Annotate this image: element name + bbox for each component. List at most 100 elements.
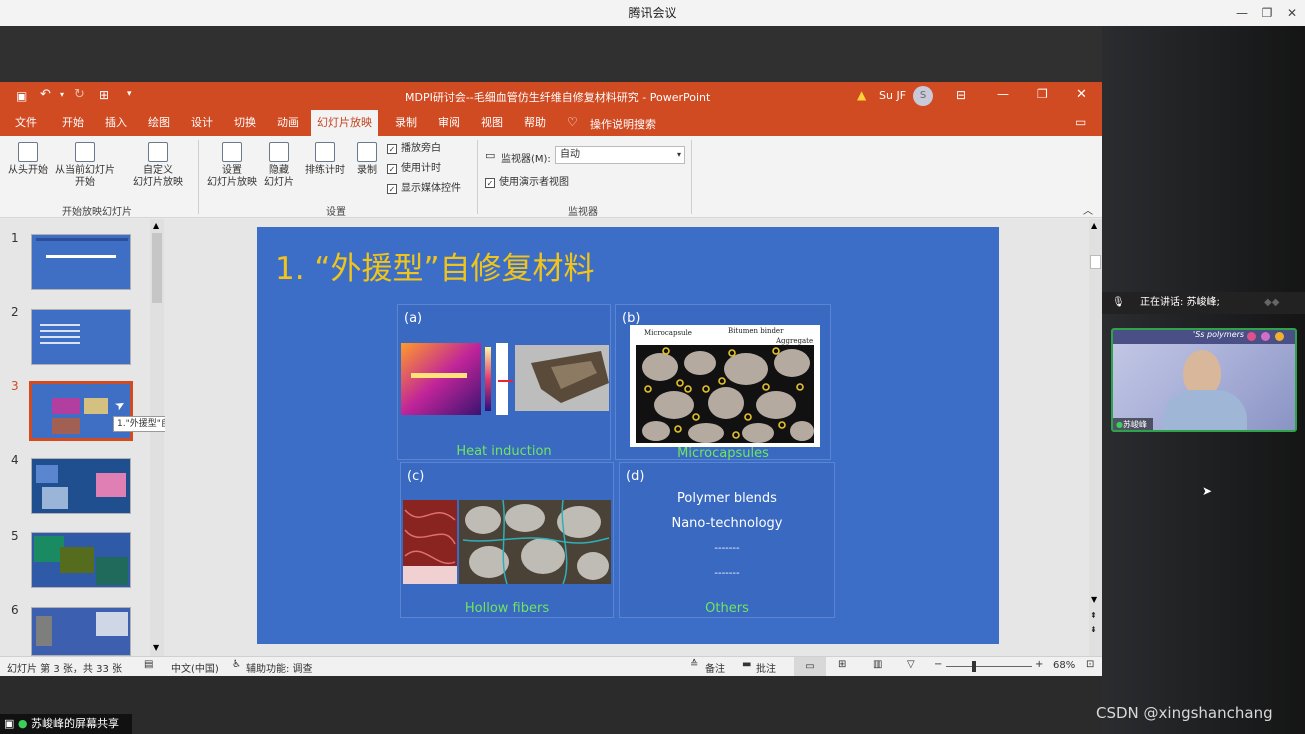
record-button[interactable]: 录制 [352,142,382,177]
ppt-minimize-icon[interactable]: — [997,87,1009,101]
thumbnail-scrollbar[interactable]: ▲ ▼ [150,219,164,656]
scroll-thumb[interactable] [152,233,162,303]
save-icon[interactable]: ▣ [16,89,27,103]
workarea-scrollbar[interactable]: ▲ ▼ ⇞ ⇟ [1089,219,1102,656]
thumb-image [96,473,126,497]
aggregate-drawing [636,345,814,443]
tab-slideshow[interactable]: 幻灯片放映 [311,110,378,136]
slide-counter: 幻灯片 第 3 张，共 33 张 [7,664,122,675]
screen-share-indicator[interactable]: ▣ ● 苏峻峰的屏幕共享 [0,714,132,734]
zoom-out-icon[interactable]: − [934,659,942,670]
zoom-slider[interactable] [946,666,1032,667]
ppt-document-title: MDPI研讨会--毛细血管仿生纤维自修复材料研究 - PowerPoint [405,91,711,104]
language-status[interactable]: 中文(中国) [171,660,219,675]
tell-me-search[interactable]: 操作说明搜索 [590,116,656,132]
panel-d: (d) Polymer blends Nano-technology -----… [619,462,835,618]
spellcheck-icon[interactable]: ▤ [144,659,153,670]
zoom-in-icon[interactable]: + [1035,659,1043,670]
banner-dot [1247,332,1256,341]
ppt-restore-icon[interactable]: ❐ [1037,87,1048,101]
slide-thumbnail-6[interactable] [31,607,131,656]
scroll-thumb[interactable] [1090,255,1101,269]
comment-icon: ▬ [742,659,752,670]
tab-design[interactable]: 设计 [185,110,219,136]
tab-transitions[interactable]: 切换 [228,110,262,136]
avatar[interactable]: S [913,86,933,106]
minimize-icon[interactable]: — [1231,0,1253,26]
rehearse-timings-button[interactable]: 排练计时 [302,142,348,177]
thumb-number: 1 [11,231,19,245]
scroll-down-icon[interactable]: ▼ [153,643,159,652]
hide-slide-button[interactable]: 隐藏 幻灯片 [262,142,296,189]
tab-help[interactable]: 帮助 [518,110,552,136]
user-name[interactable]: Su JF [879,89,906,102]
ppt-titlebar: ▣ ↶ ▾ ↻ ⊞ ▾ MDPI研讨会--毛细血管仿生纤维自修复材料研究 - P… [0,82,1102,110]
ribbon-display-icon[interactable]: ⊟ [956,88,966,102]
record-label: 录制 [357,165,377,176]
present-icon[interactable]: ⊞ [99,88,109,102]
participant-name: 苏峻峰 [1122,420,1147,429]
redo-icon[interactable]: ↻ [74,87,85,102]
dashes-text: ------- [714,568,740,579]
hide-label-2: 幻灯片 [264,177,294,188]
from-current-button[interactable]: 从当前幻灯片 开始 [52,142,118,189]
from-beginning-button[interactable]: 从头开始 [6,142,50,177]
group-monitor-label: 监视器 [568,207,598,218]
restore-icon[interactable]: ❐ [1256,0,1278,26]
slide-thumbnail-5[interactable] [31,532,131,588]
normal-view-icon[interactable]: ▭ [794,657,826,676]
tab-file[interactable]: 文件 [9,110,43,136]
tab-review[interactable]: 审阅 [432,110,466,136]
ribbon-separator [477,140,478,214]
comments-button[interactable]: 批注 [756,660,776,675]
scroll-up-icon[interactable]: ▲ [153,221,159,230]
scroll-up-icon[interactable]: ▲ [1091,221,1097,230]
slide-thumbnail-2[interactable] [31,309,131,365]
slideshow-view-icon[interactable]: ▽ [907,659,915,670]
collapse-ribbon-icon[interactable]: ︿ [1083,202,1093,217]
undo-icon[interactable]: ↶ [40,87,51,102]
zoom-level[interactable]: 68% [1053,660,1075,671]
tag-aggregate: Aggregate [776,337,814,345]
custom-slideshow-button[interactable]: 自定义 幻灯片放映 [125,142,191,189]
current-slide[interactable]: 1. “外援型”自修复材料 (a) Heat induction (b) Mic… [257,227,999,644]
ppt-close-icon[interactable]: ✕ [1076,87,1087,102]
tab-view[interactable]: 视图 [475,110,509,136]
participant-video[interactable]: 'Ss polymers ●苏峻峰 [1111,328,1297,432]
scroll-down-icon[interactable]: ▼ [1091,595,1097,604]
thumb-title-line [46,255,116,258]
close-icon[interactable]: ✕ [1281,0,1303,26]
presenter-view-checkbox[interactable]: ✓ 使用演示者视图 [485,176,569,190]
next-slide-icon[interactable]: ⇟ [1090,625,1097,634]
accessibility-status[interactable]: 辅助功能: 调查 [246,660,313,675]
thumb-image [42,487,68,509]
use-timings-checkbox[interactable]: ✓ 使用计时 [387,162,441,176]
comments-icon[interactable]: ▭ [1075,115,1086,129]
zoom-slider-thumb[interactable] [972,661,976,672]
setup-slideshow-button[interactable]: 设置 幻灯片放映 [204,142,260,189]
from-beginning-label: 从头开始 [8,165,48,176]
microcapsules-image: Microcapsule Bitumen binder Aggregate [630,325,820,447]
tab-home[interactable]: 开始 [56,110,90,136]
fit-slide-icon[interactable]: ⊡ [1086,659,1094,670]
undo-dropdown-icon[interactable]: ▾ [60,90,64,99]
thumb-image [96,612,128,636]
tab-draw[interactable]: 绘图 [142,110,176,136]
monitor-select[interactable]: 自动 ▾ [555,146,685,164]
play-narration-checkbox[interactable]: ✓ 播放旁白 [387,142,441,156]
rehearse-icon [315,142,335,162]
slide-thumbnail-1[interactable] [31,234,131,290]
customize-qat-icon[interactable]: ▾ [127,89,132,99]
prev-slide-icon[interactable]: ⇞ [1090,611,1097,620]
panel-d-label: (d) [626,469,645,484]
monitor-label: 监视器(M): [501,154,551,165]
tab-insert[interactable]: 插入 [99,110,133,136]
reading-view-icon[interactable]: ▥ [873,659,882,670]
tab-animations[interactable]: 动画 [271,110,305,136]
slide-sorter-icon[interactable]: ⊞ [838,659,846,670]
notes-button[interactable]: 备注 [705,660,725,675]
tab-record[interactable]: 录制 [389,110,423,136]
show-media-checkbox[interactable]: ✓ 显示媒体控件 [387,182,461,196]
slide-thumbnail-4[interactable] [31,458,131,514]
warning-icon[interactable]: ▲ [857,88,866,102]
